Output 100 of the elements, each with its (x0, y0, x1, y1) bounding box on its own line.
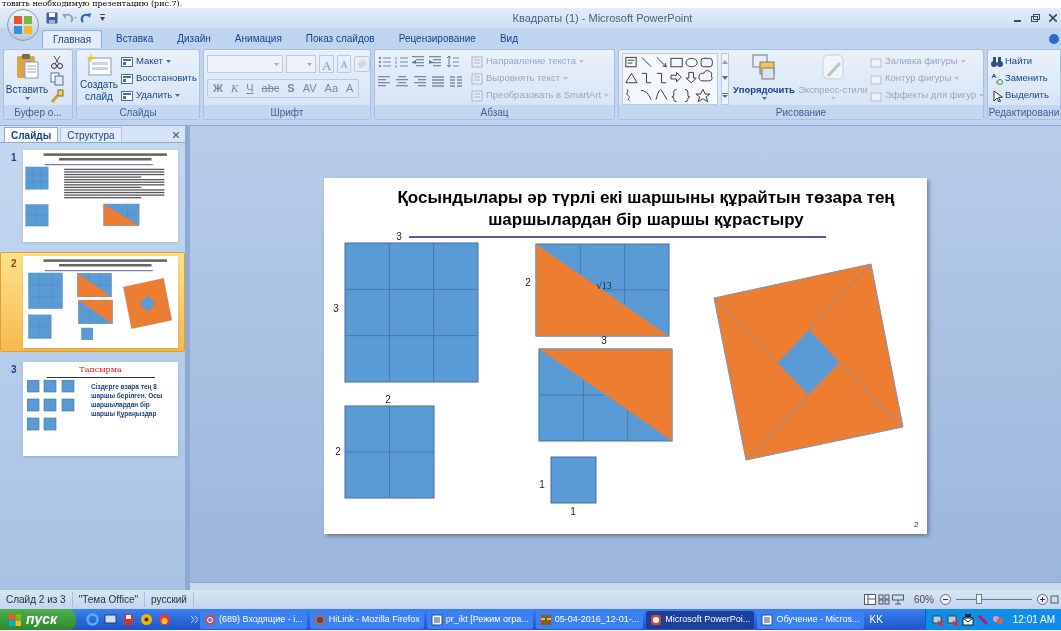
copy-icon[interactable] (50, 72, 64, 86)
mail-icon[interactable] (961, 613, 974, 626)
justify-icon[interactable] (432, 75, 446, 88)
sorter-view-icon[interactable] (878, 594, 890, 605)
start-button[interactable]: пуск (0, 609, 76, 630)
caret-icon (761, 97, 767, 101)
customize-toolbar-icon[interactable] (99, 14, 106, 22)
font-size-field[interactable] (286, 55, 316, 73)
slide-number: 3 (11, 363, 18, 377)
restore-icon[interactable] (1031, 14, 1040, 22)
help-icon[interactable] (1049, 33, 1059, 45)
zoom-in-icon[interactable] (1037, 594, 1048, 605)
ribbon-tab[interactable]: Рецензирование (388, 30, 486, 48)
network-icon[interactable] (931, 613, 944, 626)
network-icon[interactable] (946, 613, 959, 626)
format-button[interactable]: Ж (210, 80, 226, 97)
ribbon-tab[interactable]: Вставка (106, 30, 164, 48)
shrink-font-button[interactable]: A (337, 55, 351, 73)
new-slide-button[interactable]: Создать слайд (80, 53, 118, 105)
scroll-down-icon[interactable] (722, 76, 728, 81)
command-button[interactable]: Найти (991, 53, 1049, 70)
slide-thumbnail[interactable] (23, 150, 178, 242)
ribbon-tab[interactable]: Дизайн (167, 30, 221, 48)
more-icon[interactable] (191, 616, 198, 623)
dimension-label: 2 (335, 446, 341, 457)
dimension-label: 1 (539, 479, 545, 490)
paste-button[interactable]: Вставить (7, 53, 47, 105)
format-button[interactable]: A (343, 80, 357, 97)
group-label: Редактировани (988, 105, 1060, 120)
ribbon-tab[interactable]: Анимация (224, 30, 292, 48)
command-button[interactable]: Выделить (991, 87, 1049, 104)
app-icon[interactable] (140, 613, 153, 626)
caret-icon (24, 97, 30, 100)
format-button[interactable]: Aa (321, 80, 342, 97)
group-label: Абзац (480, 105, 509, 120)
taskbar-button[interactable]: (689) Входящие - i... (200, 610, 307, 629)
caret-icon (175, 94, 181, 97)
taskbar-button[interactable]: Microsoft PowerPoi... (646, 610, 755, 629)
caret-icon (960, 60, 966, 63)
slide-layout-icon (121, 55, 133, 68)
grow-font-button[interactable]: A (319, 55, 335, 73)
zoom-slider[interactable] (956, 594, 1032, 605)
floppy-icon[interactable] (122, 613, 135, 626)
zoom-out-icon[interactable] (940, 594, 951, 605)
close-icon[interactable] (1049, 14, 1057, 22)
desktop-icon[interactable] (104, 613, 117, 626)
ribbon-tab[interactable]: Вид (489, 30, 528, 48)
align-center-icon[interactable] (396, 75, 410, 88)
dimension-label: 3 (601, 335, 607, 346)
scissors-icon[interactable] (50, 55, 64, 69)
slide-list-item[interactable]: 1 (0, 146, 185, 246)
more-icon[interactable] (722, 92, 728, 98)
format-button[interactable]: К (227, 80, 242, 97)
save-icon[interactable] (46, 12, 58, 24)
caret-icon (579, 60, 585, 63)
slide-list-item[interactable]: 2 (0, 252, 185, 352)
group-label: Буфер о... (14, 105, 62, 120)
align-right-icon[interactable] (414, 75, 428, 88)
close-icon[interactable] (173, 132, 179, 138)
scroll-up-icon[interactable] (722, 60, 728, 65)
font-name-field[interactable] (207, 55, 283, 73)
app-icon[interactable] (158, 613, 171, 626)
format-button[interactable]: AV (299, 80, 320, 97)
caret-icon (604, 94, 610, 97)
replace-icon (991, 72, 1003, 85)
dimension-label: 1 (570, 506, 576, 517)
language-indicator[interactable]: KK (869, 612, 890, 627)
caret-icon (274, 62, 279, 66)
taskbar-button[interactable]: HiLink - Mozilla Firefox (309, 610, 424, 629)
office-logo-icon (13, 15, 33, 35)
redo-icon[interactable] (80, 12, 92, 24)
align-left-icon[interactable] (378, 75, 392, 88)
normal-view-icon[interactable] (864, 594, 876, 605)
ribbon-tab[interactable]: Показ слайдов (295, 30, 385, 48)
slideshow-view-icon[interactable] (892, 594, 904, 605)
format-button[interactable]: Ч (243, 80, 257, 97)
caret-icon (307, 62, 312, 66)
taskbar-button[interactable]: 05-04-2016_12-01-... (535, 610, 644, 629)
sqrt-label: √13 (596, 280, 612, 291)
line-spacing-icon[interactable] (446, 55, 460, 68)
format-button[interactable]: S (284, 80, 298, 97)
brush-icon[interactable] (50, 89, 64, 103)
increase-indent-icon[interactable] (429, 55, 443, 68)
window-title: Квадраты (1) - Microsoft PowerPoint (512, 10, 693, 26)
archive-icon (539, 613, 552, 626)
status-text: Слайд 2 из 3 (0, 592, 73, 607)
slide-thumbnail[interactable] (23, 256, 178, 348)
cursor-icon (991, 89, 1003, 102)
taskbar-button[interactable]: Обучение - Micros... (757, 610, 864, 629)
panel-tab[interactable]: Слайды (4, 127, 59, 142)
columns-icon[interactable] (450, 75, 464, 88)
bullets-icon[interactable] (378, 55, 392, 68)
panel-tab[interactable]: Структура (60, 127, 122, 142)
format-button[interactable]: abc (258, 80, 283, 97)
ribbon-tab[interactable]: Главная (42, 30, 103, 48)
taskbar-button[interactable]: pr_ikt [Режим огра... (426, 610, 533, 629)
shape-gallery[interactable] (622, 53, 718, 105)
decrease-indent-icon[interactable] (412, 55, 426, 68)
command-button[interactable]: Заменить (991, 70, 1049, 87)
arrange-button[interactable]: Упорядочить (732, 53, 796, 105)
